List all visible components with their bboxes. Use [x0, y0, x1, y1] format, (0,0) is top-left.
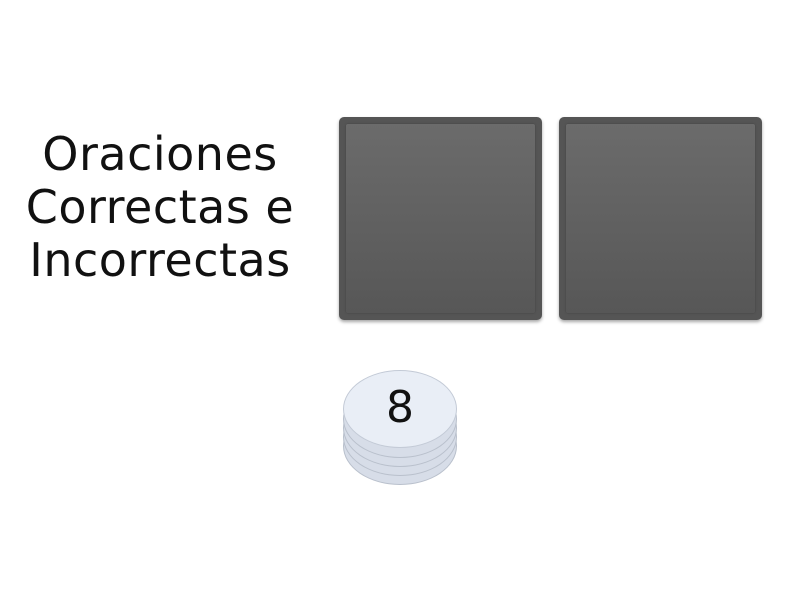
face-down-card-2[interactable] — [559, 117, 762, 320]
face-down-card-1[interactable] — [339, 117, 542, 320]
title-line-2: Correctas e — [25, 180, 295, 234]
title-line-3: Incorrectas — [29, 233, 291, 287]
remaining-cards-stack[interactable]: 8 — [343, 370, 457, 485]
remaining-count: 8 — [386, 382, 414, 433]
game-stage: Oraciones Correctas e Incorrectas 8 — [0, 0, 800, 600]
title-line-1: Oraciones — [42, 127, 278, 181]
activity-title: Oraciones Correctas e Incorrectas — [10, 128, 310, 287]
